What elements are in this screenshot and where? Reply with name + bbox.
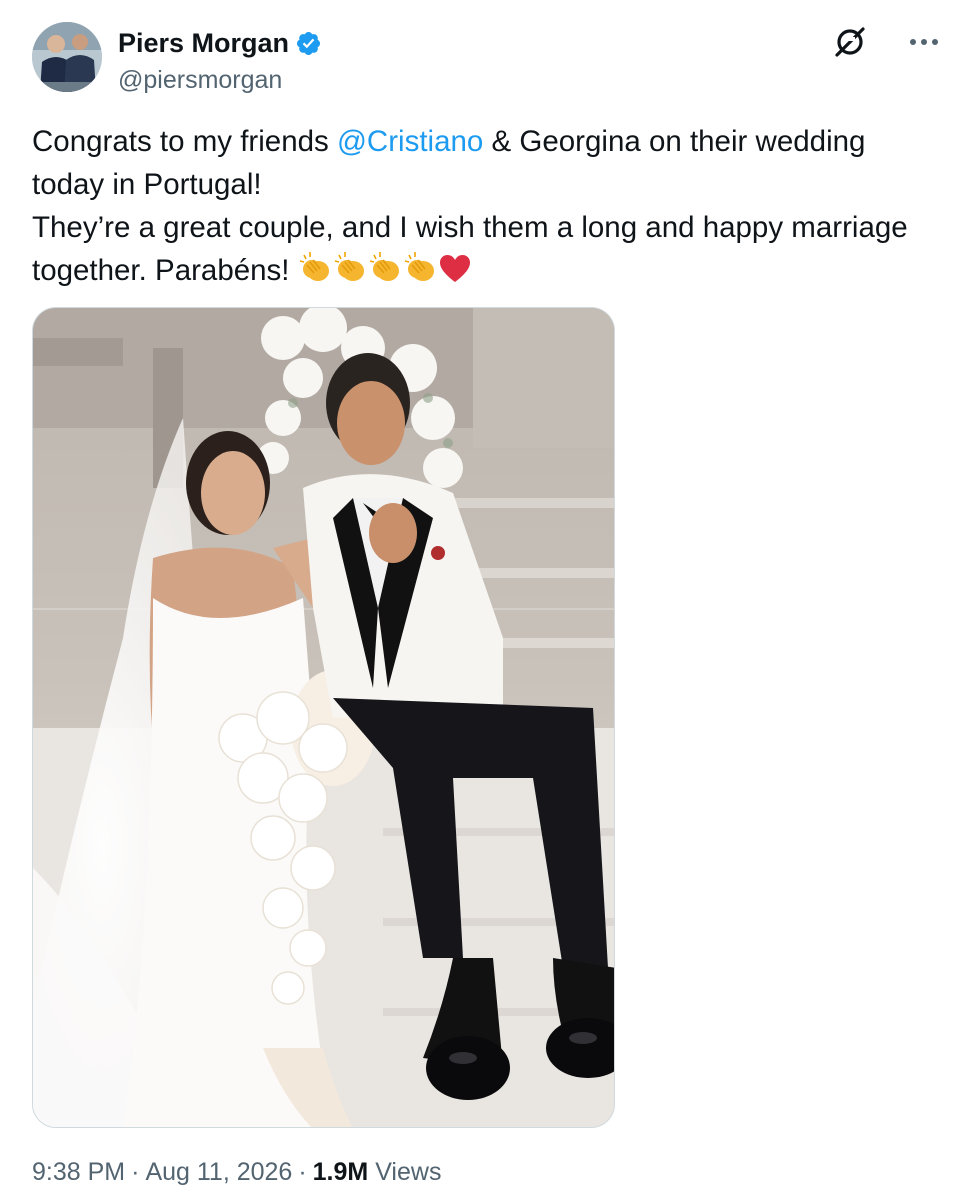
- clapping-hands-icon: [368, 251, 404, 297]
- wedding-photo: [33, 308, 614, 1127]
- author-handle[interactable]: @piersmorgan: [118, 66, 322, 95]
- grok-icon[interactable]: [830, 22, 870, 62]
- tweet-header: Piers Morgan @piersmorgan: [32, 22, 944, 96]
- tweet-paragraph-2: They’re a great couple, and I wish them …: [32, 206, 912, 297]
- tweet-meta: 9:38 PM · Aug 11, 2026 · 1.9M Views: [32, 1158, 441, 1187]
- verified-badge-icon[interactable]: [295, 30, 322, 57]
- author-avatar[interactable]: [32, 22, 102, 92]
- tweet-paragraph-1: Congrats to my friends @Cristiano & Geor…: [32, 120, 912, 206]
- avatar-photo: [32, 22, 102, 92]
- author-display-name[interactable]: Piers Morgan: [118, 28, 289, 59]
- clapping-hands-icon: [333, 251, 369, 297]
- red-heart-icon: [438, 253, 472, 297]
- views-label: Views: [375, 1158, 442, 1186]
- clapping-hands-icon: [298, 251, 334, 297]
- tweet-media-photo[interactable]: [32, 307, 615, 1128]
- mention-link[interactable]: @Cristiano: [337, 125, 483, 158]
- tweet-date[interactable]: Aug 11, 2026: [145, 1158, 292, 1186]
- tweet-time[interactable]: 9:38 PM: [32, 1158, 125, 1186]
- meta-separator: ·: [131, 1158, 140, 1186]
- tweet-text: Congrats to my friends @Cristiano & Geor…: [32, 120, 912, 297]
- views-count: 1.9M: [312, 1158, 369, 1186]
- tweet-text-segment: Congrats to my friends: [32, 125, 337, 158]
- meta-separator: ·: [298, 1158, 307, 1186]
- more-options-icon[interactable]: [904, 22, 944, 62]
- clapping-hands-icon: [403, 251, 439, 297]
